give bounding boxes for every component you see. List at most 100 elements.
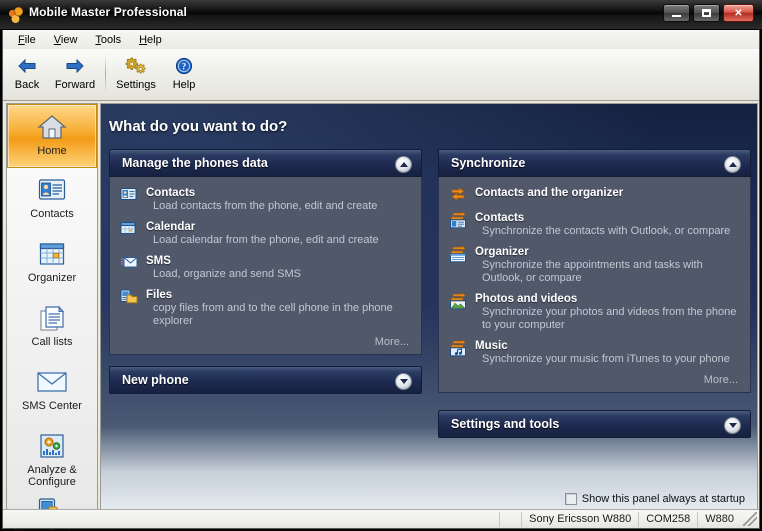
list-item-desc: copy files from and to the cell phone in…: [153, 302, 393, 327]
menu-item-file[interactable]: File: [9, 33, 45, 47]
list-item[interactable]: Organizer Synchronize the appointments a…: [449, 245, 740, 285]
sidebar-item-sms-center[interactable]: SMS Center: [7, 360, 97, 424]
list-item-title: Contacts and the organizer: [475, 187, 624, 199]
window-title: Mobile Master Professional: [29, 5, 187, 19]
menu-bar: File View Tools Help: [3, 30, 759, 49]
envelope-icon: [120, 254, 146, 281]
sync-organizer-icon: [449, 245, 475, 285]
chevron-up-icon[interactable]: [395, 156, 412, 173]
toolbar-button-settings[interactable]: Settings: [112, 53, 160, 97]
list-item-desc: Synchronize the contacts with Outlook, o…: [482, 225, 731, 237]
menu-item-tools[interactable]: Tools: [86, 33, 130, 47]
group-header-synchronize[interactable]: Synchronize: [438, 149, 751, 177]
sidebar-item-call-lists-label: Call lists: [31, 336, 73, 348]
close-button[interactable]: ✕: [723, 4, 754, 22]
list-item-desc: Load, organize and send SMS: [153, 268, 301, 280]
maximize-button[interactable]: [693, 4, 720, 22]
chevron-down-icon[interactable]: [724, 417, 741, 434]
home-icon: [37, 110, 67, 144]
mobile-master-logo-icon: [8, 6, 24, 23]
phone-folder-icon: [120, 288, 146, 328]
left-column: Manage the phones data Contacts Load con…: [109, 149, 422, 405]
status-bar-cell-empty: [499, 511, 521, 527]
list-item-desc: Synchronize your photos and videos from …: [482, 306, 737, 331]
list-item[interactable]: Music Synchronize your music from iTunes…: [449, 339, 740, 366]
list-item[interactable]: Contacts Load contacts from the phone, e…: [120, 186, 411, 213]
startup-checkbox-row[interactable]: Show this panel always at startup: [564, 493, 745, 505]
list-item[interactable]: Calendar Load calendar from the phone, e…: [120, 220, 411, 247]
more-link[interactable]: More...: [449, 373, 740, 386]
group-header-manage-the-phones-data[interactable]: Manage the phones data: [109, 149, 422, 177]
group-manage-the-phones-data: Manage the phones data Contacts Load con…: [109, 149, 422, 355]
status-bar: Sony Ericsson W880 COM258 W880: [3, 509, 759, 528]
resize-grip-icon[interactable]: [743, 512, 757, 526]
group-header-settings-and-tools[interactable]: Settings and tools: [438, 410, 751, 438]
list-item-title: Music: [475, 340, 508, 352]
list-item[interactable]: Files copy files from and to the cell ph…: [120, 288, 411, 328]
list-item-desc: Load calendar from the phone, edit and c…: [153, 234, 379, 246]
group-body-manage-the-phones-data: Contacts Load contacts from the phone, e…: [109, 177, 422, 355]
window-body: File View Tools Help Back Forward Settin…: [2, 30, 760, 531]
list-item-title: Calendar: [146, 221, 196, 233]
sidebar-item-call-lists[interactable]: Call lists: [7, 296, 97, 360]
sync-arrows-icon: [449, 186, 475, 204]
show-panel-at-startup-label: Show this panel always at startup: [581, 493, 745, 505]
toolbar-button-help-label: Help: [172, 79, 196, 91]
sidebar-item-organizer-label: Organizer: [27, 272, 77, 284]
menu-item-help[interactable]: Help: [130, 33, 171, 47]
list-item-desc: Synchronize the appointments and tasks w…: [482, 259, 703, 284]
sidebar-item-contacts[interactable]: Contacts: [7, 168, 97, 232]
sidebar-item-contacts-label: Contacts: [30, 208, 74, 220]
sidebar-item-analyze-configure-label: Analyze & Configure: [27, 464, 77, 488]
chevron-up-icon[interactable]: [724, 156, 741, 173]
list-item-title: Contacts: [146, 187, 196, 199]
list-item-title: Files: [146, 289, 173, 301]
contacts-card-icon: [120, 186, 146, 213]
group-title: New phone: [122, 373, 189, 387]
status-bar-cell-port: COM258: [638, 511, 697, 527]
sidebar-item-sms-center-label: SMS Center: [22, 400, 82, 412]
sync-music-icon: [449, 339, 475, 366]
toolbar-button-forward[interactable]: Forward: [51, 53, 99, 97]
group-header-new-phone[interactable]: New phone: [109, 366, 422, 394]
sync-contacts-icon: [449, 211, 475, 238]
title-bar[interactable]: Mobile Master Professional ✕: [0, 0, 762, 30]
arrow-left-icon: [16, 55, 38, 77]
show-panel-at-startup-checkbox[interactable]: [564, 493, 577, 505]
content-panel: What do you want to do? Manage the phone…: [100, 103, 758, 518]
toolbar-separator: [105, 55, 106, 93]
toolbar-button-forward-label: Forward: [54, 79, 96, 91]
group-title: Manage the phones data: [122, 156, 268, 170]
sidebar-item-home[interactable]: Home: [7, 104, 97, 168]
toolbar-button-help[interactable]: ? Help: [160, 53, 208, 97]
gears-chart-icon: [38, 429, 66, 463]
calendar-icon: [120, 220, 146, 247]
toolbar: Back Forward Settings ? Help: [3, 49, 759, 101]
sidebar: Home Contacts Organizer Call lists SMS C…: [6, 103, 98, 531]
chevron-down-icon[interactable]: [395, 373, 412, 390]
list-item[interactable]: Contacts Synchronize the contacts with O…: [449, 211, 740, 238]
list-item[interactable]: Photos and videos Synchronize your photo…: [449, 292, 740, 332]
more-link[interactable]: More...: [120, 335, 411, 348]
menu-item-view[interactable]: View: [45, 33, 87, 47]
list-item-title: Contacts: [475, 212, 525, 224]
sidebar-item-organizer[interactable]: Organizer: [7, 232, 97, 296]
contacts-card-icon: [37, 173, 67, 207]
application-window: Mobile Master Professional ✕ File View T…: [0, 0, 762, 531]
list-item[interactable]: Contacts and the organizer: [449, 186, 740, 204]
sidebar-item-home-label: Home: [37, 145, 67, 157]
toolbar-button-back[interactable]: Back: [3, 53, 51, 97]
group-synchronize: Synchronize Contacts and the organizer C…: [438, 149, 751, 393]
group-body-synchronize: Contacts and the organizer Contacts Sync…: [438, 177, 751, 393]
list-item-title: Organizer: [475, 246, 529, 258]
calendar-icon: [38, 237, 66, 271]
toolbar-button-settings-label: Settings: [116, 79, 156, 91]
gears-icon: [125, 55, 147, 77]
sidebar-item-analyze-configure[interactable]: Analyze & Configure: [7, 424, 97, 488]
document-list-icon: [38, 301, 66, 335]
group-settings-and-tools: Settings and tools: [438, 410, 751, 438]
toolbar-button-back-label: Back: [14, 79, 40, 91]
status-bar-cell-model: W880: [697, 511, 741, 527]
minimize-button[interactable]: [663, 4, 690, 22]
list-item[interactable]: SMS Load, organize and send SMS: [120, 254, 411, 281]
